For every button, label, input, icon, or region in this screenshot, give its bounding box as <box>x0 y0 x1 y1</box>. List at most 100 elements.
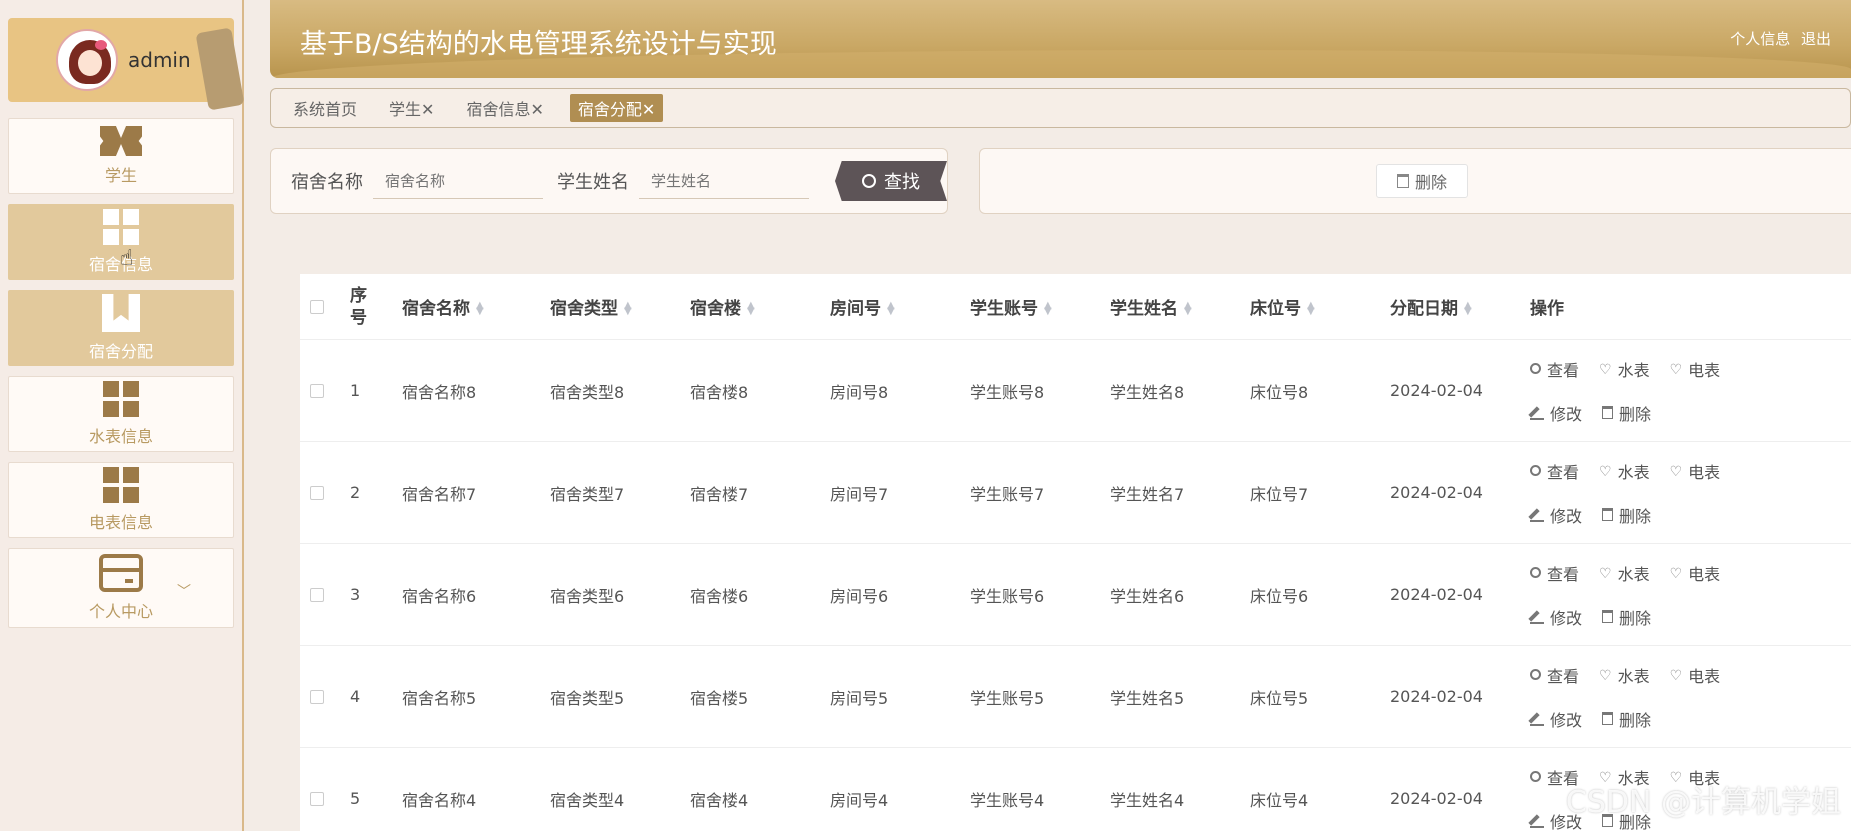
row-checkbox[interactable] <box>310 689 324 704</box>
column-header-building[interactable]: 宿舍楼 ▲ ▼ <box>690 294 830 319</box>
water-meter-button[interactable]: ♡ 水表 <box>1599 449 1650 493</box>
search-icon <box>1530 771 1541 782</box>
cell-date: 2024-02-04 <box>1390 483 1483 502</box>
sort-icon[interactable]: ▲ ▼ <box>1307 301 1315 317</box>
column-header-student[interactable]: 学生姓名 ▲ ▼ <box>1110 294 1250 319</box>
sort-icon[interactable]: ▲ ▼ <box>1464 301 1472 317</box>
column-header-type[interactable]: 宿舍类型 ▲ ▼ <box>550 294 690 319</box>
view-button[interactable]: 查看 <box>1530 653 1579 697</box>
card-icon <box>99 554 143 592</box>
cell-bed: 床位号7 <box>1250 484 1309 504</box>
tab-student[interactable]: 学生✕ <box>383 94 440 122</box>
book-icon <box>102 294 140 332</box>
electric-meter-button[interactable]: ♡ 电表 <box>1670 347 1721 391</box>
search-button[interactable]: 查找 <box>835 161 947 201</box>
table-row: 4 宿舍名称5 宿舍类型5 宿舍楼5 房间号5 学生账号5 学生姓名5 床位号5 2024-02… <box>300 646 1851 748</box>
edit-button[interactable]: 修改 <box>1530 391 1582 435</box>
edit-icon <box>1530 508 1544 522</box>
sidebar-item-electric-meter[interactable]: 电表信息 <box>8 462 234 538</box>
cell-name: 宿舍名称8 <box>402 382 477 402</box>
logout-link[interactable]: 退出 <box>1801 30 1831 48</box>
water-meter-button[interactable]: ♡ 水表 <box>1599 347 1650 391</box>
dorm-name-label: 宿舍名称 <box>291 172 363 193</box>
row-checkbox[interactable] <box>310 485 324 500</box>
edit-button[interactable]: 修改 <box>1530 697 1582 741</box>
column-header-account[interactable]: 学生账号 ▲ ▼ <box>970 294 1110 319</box>
sort-icon[interactable]: ▲ ▼ <box>887 301 895 317</box>
heart-icon: ♡ <box>1669 463 1683 480</box>
cell-building: 宿舍楼7 <box>690 484 749 504</box>
view-button[interactable]: 查看 <box>1530 551 1579 595</box>
water-meter-button[interactable]: ♡ 水表 <box>1599 653 1650 697</box>
cell-bed: 床位号8 <box>1250 382 1309 402</box>
tab-dorm-assign[interactable]: 宿舍分配✕ <box>569 94 664 122</box>
profile-link[interactable]: 个人信息 <box>1730 30 1790 48</box>
student-name-input[interactable] <box>639 163 809 199</box>
tab-home[interactable]: 系统首页 <box>287 94 363 122</box>
sidebar-item-label: 水表信息 <box>88 427 153 446</box>
table-header-row: 序号 宿舍名称 ▲ ▼ 宿舍类型 ▲ ▼ 宿舍楼 ▲ ▼ 房间号 ▲ ▼ 学生账号 ▲ ▼ 学生姓名… <box>300 274 1851 340</box>
cell-bed: 床位号6 <box>1250 586 1309 606</box>
heart-icon: ♡ <box>1599 361 1612 378</box>
water-meter-button[interactable]: ♡ 水表 <box>1599 551 1650 595</box>
cell-account: 学生账号5 <box>970 688 1045 708</box>
delete-button-label: 删除 <box>1414 173 1447 192</box>
cell-room: 房间号8 <box>830 382 889 402</box>
edit-button[interactable]: 修改 <box>1530 595 1582 639</box>
edit-icon <box>1530 712 1544 726</box>
column-header-bed[interactable]: 床位号 ▲ ▼ <box>1250 294 1390 319</box>
cell-name: 宿舍名称6 <box>402 586 477 606</box>
table-row: 1 宿舍名称8 宿舍类型8 宿舍楼8 房间号8 学生账号8 学生姓名8 床位号8 2024-02… <box>300 340 1851 442</box>
cell-name: 宿舍名称7 <box>402 484 477 504</box>
delete-button[interactable]: 删除 <box>1376 164 1468 198</box>
edit-button[interactable]: 修改 <box>1530 493 1582 537</box>
row-checkbox[interactable] <box>310 791 324 806</box>
cell-building: 宿舍楼6 <box>690 586 749 606</box>
view-button[interactable]: 查看 <box>1530 449 1579 493</box>
sort-icon[interactable]: ▲ ▼ <box>476 301 484 317</box>
delete-row-button[interactable]: 删除 <box>1602 391 1651 435</box>
tab-dorm-info[interactable]: 宿舍信息✕ <box>460 94 549 122</box>
decorative-tab <box>195 27 245 111</box>
search-panel: 宿舍名称 学生姓名 查找 <box>270 148 948 214</box>
cell-student: 学生姓名4 <box>1110 790 1185 810</box>
sort-icon[interactable]: ▲ ▼ <box>1044 301 1052 317</box>
delete-row-button[interactable]: 删除 <box>1602 697 1651 741</box>
cell-idx: 4 <box>350 687 361 706</box>
user-card: admin <box>8 18 245 111</box>
header: 基于B/S结构的水电管理系统设计与实现 个人信息 退出 <box>270 0 1851 78</box>
grid-icon <box>103 209 139 245</box>
sidebar-item-dorm-assign[interactable]: 宿舍分配 <box>8 290 234 366</box>
dorm-name-input[interactable] <box>373 163 543 199</box>
sort-icon[interactable]: ▲ ▼ <box>747 301 755 317</box>
delete-row-button[interactable]: 删除 <box>1602 493 1651 537</box>
sidebar-item-personal-center[interactable]: 个人中心 ﹀ <box>8 548 234 628</box>
user-name: admin <box>128 48 191 72</box>
cell-room: 房间号5 <box>830 688 889 708</box>
cell-date: 2024-02-04 <box>1390 585 1483 604</box>
table-row: 3 宿舍名称6 宿舍类型6 宿舍楼6 房间号6 学生账号6 学生姓名6 床位号6 2024-02… <box>300 544 1851 646</box>
heart-icon: ♡ <box>1669 667 1683 684</box>
cell-name: 宿舍名称4 <box>402 790 477 810</box>
avatar[interactable] <box>58 31 116 89</box>
column-header-name[interactable]: 宿舍名称 ▲ ▼ <box>402 294 550 319</box>
row-checkbox[interactable] <box>310 383 324 398</box>
sidebar-item-label: 学生 <box>104 166 137 185</box>
view-button[interactable]: 查看 <box>1530 347 1579 391</box>
delete-row-button[interactable]: 删除 <box>1602 595 1651 639</box>
sort-icon[interactable]: ▲ ▼ <box>624 301 632 317</box>
electric-meter-button[interactable]: ♡ 电表 <box>1670 449 1721 493</box>
row-checkbox[interactable] <box>310 587 324 602</box>
sidebar-item-water-meter[interactable]: 水表信息 <box>8 376 234 452</box>
sidebar-item-label: 宿舍分配 <box>88 342 153 361</box>
column-header-room[interactable]: 房间号 ▲ ▼ <box>830 294 970 319</box>
column-header-date[interactable]: 分配日期 ▲ ▼ <box>1390 294 1530 319</box>
electric-meter-button[interactable]: ♡ 电表 <box>1670 551 1721 595</box>
sort-icon[interactable]: ▲ ▼ <box>1184 301 1192 317</box>
electric-meter-button[interactable]: ♡ 电表 <box>1670 653 1721 697</box>
sidebar-item-student[interactable]: 学生 <box>8 118 234 194</box>
heart-icon: ♡ <box>1669 361 1683 378</box>
search-icon <box>1530 669 1541 680</box>
select-all-checkbox[interactable] <box>310 299 324 314</box>
search-icon <box>1530 465 1541 476</box>
